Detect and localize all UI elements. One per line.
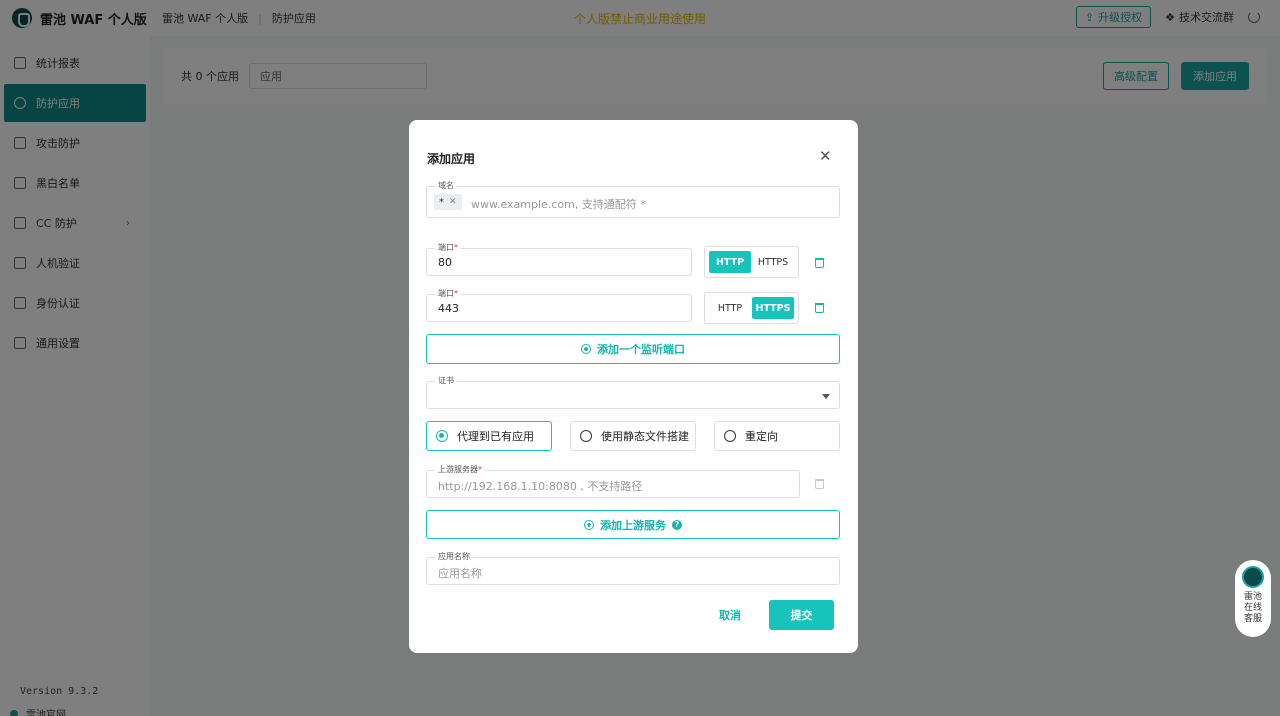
upstream-placeholder: http://192.168.1.10:8080 , 不支持路径 bbox=[438, 480, 643, 493]
protocol-https-option[interactable]: HTTPS bbox=[752, 297, 794, 319]
port-field-2[interactable]: 端口* 443 bbox=[426, 289, 692, 322]
domain-tag: * ✕ bbox=[434, 194, 462, 210]
delete-port-icon[interactable] bbox=[815, 258, 824, 268]
add-upstream-button[interactable]: 添加上游服务 ? bbox=[426, 510, 840, 539]
domain-field[interactable]: 域名 * ✕ www.example.com, 支持通配符 * bbox=[426, 181, 840, 218]
radio-icon bbox=[580, 430, 592, 442]
app-name-placeholder: 应用名称 bbox=[438, 567, 482, 580]
certificate-label: 证书 bbox=[435, 376, 457, 386]
port-field-1[interactable]: 端口* 80 bbox=[426, 243, 692, 276]
port-value: 443 bbox=[438, 302, 459, 315]
dialog-title: 添加应用 bbox=[427, 152, 476, 166]
app-name-label: 应用名称 bbox=[435, 552, 473, 562]
port-label: 端口* bbox=[435, 243, 461, 253]
certificate-select[interactable]: 证书 bbox=[426, 376, 840, 409]
protocol-http-option[interactable]: HTTP bbox=[709, 251, 751, 273]
mode-label: 代理到已有应用 bbox=[457, 430, 534, 443]
protocol-toggle-1: HTTP HTTPS bbox=[704, 246, 799, 278]
domain-label: 域名 bbox=[435, 181, 457, 191]
support-logo-icon bbox=[1242, 566, 1264, 588]
mode-label: 重定向 bbox=[745, 430, 778, 443]
mode-label: 使用静态文件搭建 bbox=[601, 430, 689, 443]
upstream-server-input[interactable]: 上游服务器* http://192.168.1.10:8080 , 不支持路径 bbox=[426, 465, 800, 498]
mode-proxy-option[interactable]: 代理到已有应用 bbox=[426, 421, 552, 451]
domain-tag-value: * bbox=[439, 196, 444, 208]
caret-down-icon bbox=[822, 394, 830, 399]
protocol-https-option[interactable]: HTTPS bbox=[752, 251, 794, 273]
mode-redirect-option[interactable]: 重定向 bbox=[714, 421, 840, 451]
add-listen-port-button[interactable]: 添加一个监听端口 bbox=[426, 334, 840, 364]
submit-button[interactable]: 提交 bbox=[769, 600, 834, 630]
online-support-widget[interactable]: 雷池在线客服 bbox=[1235, 560, 1271, 637]
cancel-button[interactable]: 取消 bbox=[709, 600, 751, 630]
domain-placeholder: www.example.com, 支持通配符 * bbox=[471, 198, 646, 211]
upstream-label: 上游服务器* bbox=[435, 465, 485, 475]
port-value: 80 bbox=[438, 256, 452, 269]
plus-circle-icon bbox=[584, 519, 594, 530]
protocol-toggle-2: HTTP HTTPS bbox=[704, 292, 799, 324]
tag-remove-icon[interactable]: ✕ bbox=[449, 197, 457, 207]
mode-static-files-option[interactable]: 使用静态文件搭建 bbox=[570, 421, 696, 451]
close-icon[interactable]: ✕ bbox=[819, 149, 832, 164]
protocol-http-option[interactable]: HTTP bbox=[709, 297, 751, 319]
radio-selected-icon bbox=[436, 430, 448, 442]
add-app-dialog: 添加应用 ✕ 域名 * ✕ www.example.com, 支持通配符 * 端… bbox=[409, 120, 858, 653]
add-upstream-label: 添加上游服务 bbox=[600, 518, 666, 532]
radio-icon bbox=[724, 430, 736, 442]
app-name-input[interactable]: 应用名称 应用名称 bbox=[426, 552, 840, 585]
plus-circle-icon bbox=[581, 344, 591, 354]
port-label: 端口* bbox=[435, 289, 461, 299]
add-port-label: 添加一个监听端口 bbox=[597, 343, 685, 356]
delete-port-icon[interactable] bbox=[815, 303, 824, 313]
support-text: 雷池在线客服 bbox=[1243, 592, 1262, 624]
help-icon[interactable]: ? bbox=[672, 519, 682, 530]
delete-upstream-icon[interactable] bbox=[815, 479, 824, 489]
